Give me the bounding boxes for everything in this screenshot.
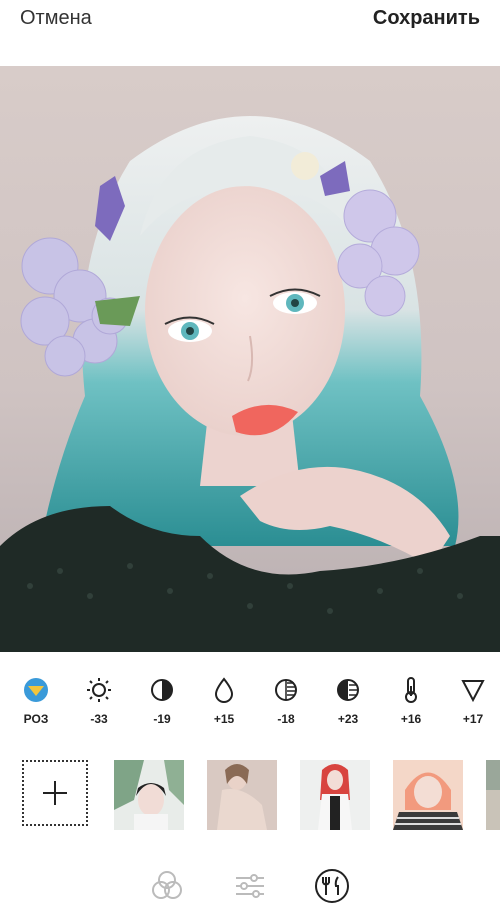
recipes-tab[interactable] xyxy=(314,868,350,904)
preset-thumbnail[interactable] xyxy=(300,760,370,830)
highlights-value: +23 xyxy=(337,712,359,726)
portrait-photo xyxy=(0,116,500,652)
thumb-photo-3 xyxy=(300,760,370,830)
preset-thumbnails xyxy=(0,758,500,834)
preset-value: РОЗ xyxy=(23,712,49,726)
brightness-icon xyxy=(87,678,111,702)
adjustments-row: РОЗ -33 -19 +15 -18 +23 +16 +17 xyxy=(0,676,500,736)
contrast-icon xyxy=(151,679,173,701)
fade-value: +17 xyxy=(462,712,484,726)
top-bar: Отмена Сохранить xyxy=(0,0,500,66)
save-button[interactable]: Сохранить xyxy=(373,4,480,32)
contrast-value: -19 xyxy=(153,712,171,726)
shadows-value: -18 xyxy=(277,712,295,726)
recipes-tab-icon xyxy=(315,869,349,903)
thumb-photo-2 xyxy=(207,760,277,830)
thumb-photo-4 xyxy=(393,760,463,830)
brightness-value: -33 xyxy=(90,712,108,726)
adjust-shadows[interactable]: -18 xyxy=(261,676,311,726)
adjust-tab-icon xyxy=(236,874,264,898)
adjust-tab[interactable] xyxy=(232,868,268,904)
filters-tab-icon xyxy=(152,871,182,899)
add-preset-button[interactable] xyxy=(22,760,88,826)
photo-preview[interactable] xyxy=(0,66,500,652)
adjust-fade[interactable]: +17 xyxy=(448,676,498,726)
filter-preset-icon xyxy=(24,678,48,702)
fade-triangle-icon xyxy=(461,680,485,703)
cancel-button[interactable]: Отмена xyxy=(20,4,92,32)
temperature-value: +16 xyxy=(400,712,422,726)
temperature-icon xyxy=(405,677,417,703)
thumb-photo-5 xyxy=(486,760,500,830)
bottom-nav xyxy=(0,866,500,910)
adjust-preset[interactable]: РОЗ xyxy=(11,676,61,726)
adjust-contrast[interactable]: -19 xyxy=(137,676,187,726)
preset-thumbnail[interactable] xyxy=(486,760,500,830)
thumb-photo-1 xyxy=(114,760,184,830)
adjust-highlights[interactable]: +23 xyxy=(323,676,373,726)
shadows-icon xyxy=(275,679,297,701)
preset-thumbnail[interactable] xyxy=(114,760,184,830)
saturation-value: +15 xyxy=(213,712,235,726)
adjust-temperature[interactable]: +16 xyxy=(386,676,436,726)
filters-tab[interactable] xyxy=(149,868,185,904)
preset-thumbnail[interactable] xyxy=(207,760,277,830)
saturation-drop-icon xyxy=(214,677,234,703)
adjust-saturation[interactable]: +15 xyxy=(199,676,249,726)
adjust-brightness[interactable]: -33 xyxy=(74,676,124,726)
preset-thumbnail[interactable] xyxy=(393,760,463,830)
highlights-icon xyxy=(337,679,359,701)
plus-icon xyxy=(43,781,67,805)
